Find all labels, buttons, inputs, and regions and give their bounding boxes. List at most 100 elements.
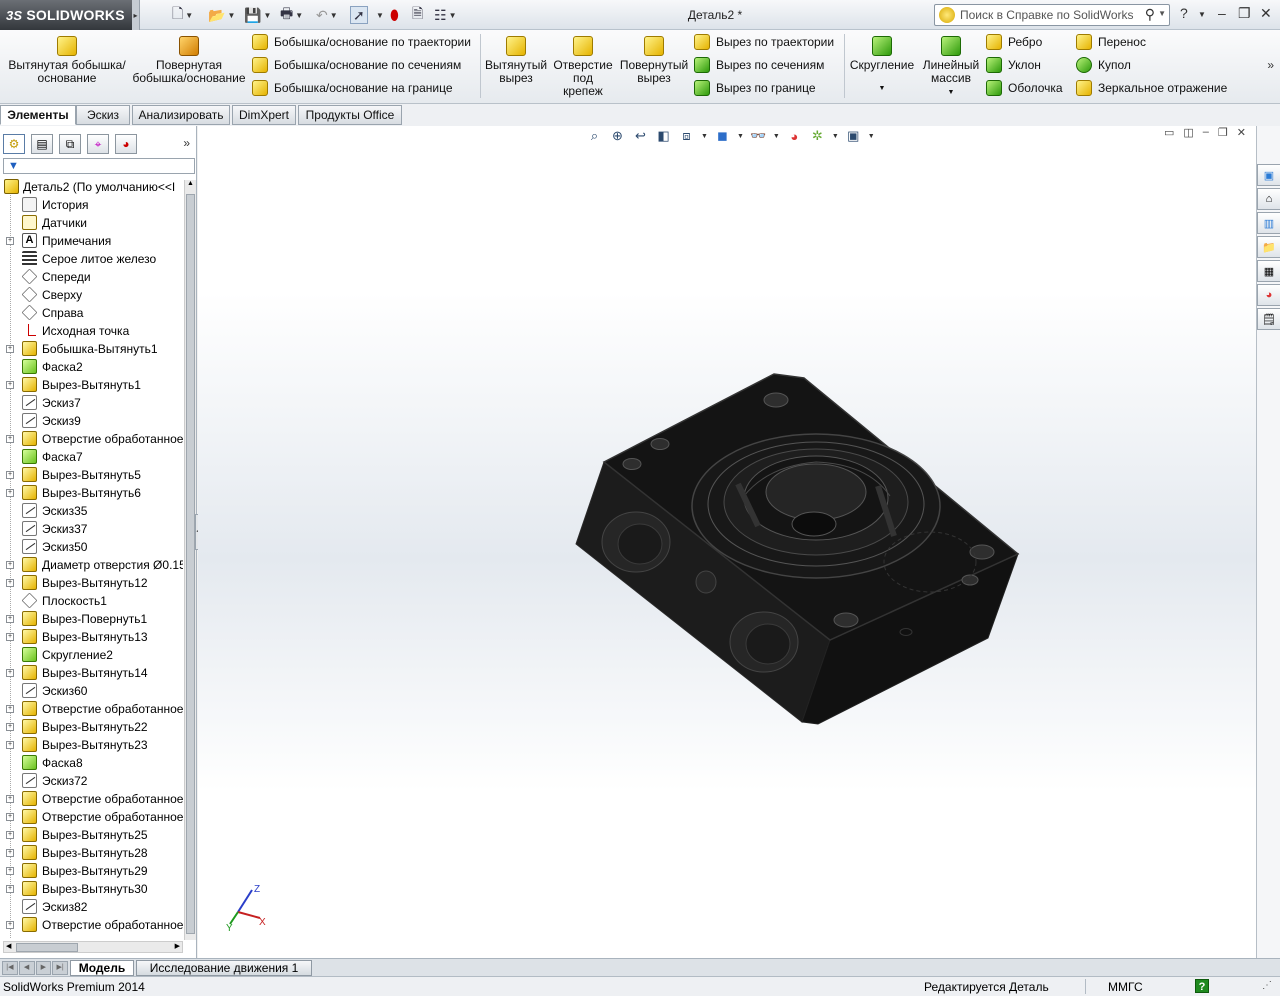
hole-wizard-button[interactable]: Отверстие под крепеж (552, 36, 614, 98)
tab-motion-study[interactable]: Исследование движения 1 (136, 960, 312, 976)
tree-item[interactable]: + Бобышка-Вытянуть1 (0, 340, 183, 358)
tree-item[interactable]: + Вырез-Вытянуть22 (0, 718, 183, 736)
solidworks-resources-icon[interactable]: ▣ (1257, 164, 1280, 186)
rebuild-button[interactable]: ⬮ (390, 6, 399, 24)
tree-item[interactable]: Эскиз50 (0, 538, 183, 556)
tree-item[interactable]: + Вырез-Вытянуть12 (0, 574, 183, 592)
section-view-icon[interactable]: ◧ (655, 128, 672, 145)
open-button[interactable]: 📂 ▼ (208, 6, 235, 24)
tree-item[interactable]: + Отверстие обработанное (0, 808, 183, 826)
select-dropdown[interactable]: ▼ (374, 6, 384, 24)
expand-icon[interactable]: + (6, 435, 14, 443)
viewport-restore-icon[interactable]: ❐ (1218, 126, 1228, 139)
revolve-boss-button[interactable]: Повернутая бобышка/основание (130, 36, 248, 85)
loft-cut-button[interactable]: Вырез по сечениям (694, 55, 824, 75)
tree-item[interactable]: + Вырез-Вытянуть29 (0, 862, 183, 880)
expand-icon[interactable]: + (6, 867, 14, 875)
tree-item[interactable]: + Диаметр отверстия Ø0.15 (0, 556, 183, 574)
tree-item[interactable]: Эскиз72 (0, 772, 183, 790)
expand-icon[interactable]: + (6, 921, 14, 929)
sweep-boss-button[interactable]: Бобышка/основание по траектории (252, 32, 471, 52)
solidworks-logo[interactable]: 3S SOLIDWORKS (0, 0, 132, 30)
view-settings-icon[interactable]: ▣ (845, 128, 862, 145)
expand-icon[interactable]: + (6, 849, 14, 857)
expand-icon[interactable]: + (6, 741, 14, 749)
zoom-to-fit-icon[interactable]: ⌕ (586, 128, 603, 145)
tree-item[interactable]: + Вырез-Вытянуть14 (0, 664, 183, 682)
first-tab-icon[interactable]: |◀ (2, 961, 18, 975)
tree-item[interactable]: Фаска8 (0, 754, 183, 772)
tab-model[interactable]: Модель (70, 960, 134, 976)
tree-item[interactable]: Скругление2 (0, 646, 183, 664)
select-button[interactable]: ➚ (350, 6, 368, 24)
options-button[interactable]: ☷ ▼ (434, 6, 456, 24)
tree-item[interactable]: Плоскость1 (0, 592, 183, 610)
expand-icon[interactable]: + (6, 489, 14, 497)
wrap-button[interactable]: Перенос (1076, 32, 1146, 52)
extrude-boss-button[interactable]: Вытянутая бобышка/основание (8, 36, 126, 85)
home-icon[interactable]: ⌂ (1257, 188, 1280, 210)
help-icon[interactable]: ? (1180, 5, 1188, 21)
view-palette-icon[interactable]: ▦ (1257, 260, 1280, 282)
help-search-input[interactable]: Поиск в Справке по SolidWorks ⚲ ▼ (934, 4, 1170, 26)
feature-filter-input[interactable]: ▼ (3, 158, 195, 174)
tab-dimxpert[interactable]: DimXpert (232, 105, 296, 125)
mirror-button[interactable]: Зеркальное отражение (1076, 78, 1227, 98)
chevron-down-icon[interactable]: ▼ (185, 11, 193, 20)
tree-item[interactable]: + Вырез-Повернуть1 (0, 610, 183, 628)
chevron-down-icon[interactable]: ▼ (701, 133, 708, 140)
last-tab-icon[interactable]: ▶| (52, 961, 68, 975)
tab-features[interactable]: Элементы (0, 105, 76, 125)
tree-vertical-scrollbar[interactable]: ▲ (184, 180, 196, 940)
search-icon[interactable]: ⚲ (1145, 6, 1155, 23)
tree-item[interactable]: + Отверстие обработанное (0, 916, 183, 934)
display-manager-tab-icon[interactable]: ◕ (115, 134, 137, 154)
dimxpert-manager-tab-icon[interactable]: ⌖ (87, 134, 109, 154)
expand-icon[interactable]: + (6, 381, 14, 389)
chevron-down-icon[interactable]: ▼ (848, 82, 916, 95)
chevron-down-icon[interactable]: ▼ (227, 11, 235, 20)
chevron-down-icon[interactable]: ▼ (295, 11, 303, 20)
tree-item[interactable]: Фаска2 (0, 358, 183, 376)
scroll-up-icon[interactable]: ▲ (187, 180, 194, 187)
tab-office-products[interactable]: Продукты Office (298, 105, 402, 125)
panel-expand-icon[interactable]: » (183, 136, 190, 150)
loft-boss-button[interactable]: Бобышка/основание по сечениям (252, 55, 461, 75)
chevron-down-icon[interactable]: ▼ (773, 133, 780, 140)
tree-horizontal-scrollbar[interactable]: ◀ ▶ (3, 941, 183, 953)
custom-properties-icon[interactable]: 🗒 (1257, 308, 1280, 330)
tree-item[interactable]: Эскиз82 (0, 898, 183, 916)
tree-item[interactable]: + Отверстие обработанное (0, 700, 183, 718)
viewport-minimize-icon[interactable]: – (1203, 126, 1209, 139)
close-icon[interactable]: ✕ (1260, 5, 1272, 22)
viewport-split-icon[interactable]: ◫ (1183, 126, 1193, 139)
scroll-thumb[interactable] (16, 943, 78, 952)
tree-item[interactable]: + Вырез-Вытянуть6 (0, 484, 183, 502)
scroll-thumb[interactable] (186, 194, 195, 934)
tree-item[interactable]: + Вырез-Вытянуть5 (0, 466, 183, 484)
expand-icon[interactable]: + (6, 723, 14, 731)
edit-appearance-icon[interactable]: ◕ (786, 128, 803, 145)
tree-item[interactable]: Датчики (0, 214, 183, 232)
tree-item[interactable]: История (0, 196, 183, 214)
expand-icon[interactable]: + (6, 345, 14, 353)
resize-grip-icon[interactable]: ⋰ (1262, 980, 1272, 991)
expand-icon[interactable]: + (6, 669, 14, 677)
file-explorer-icon[interactable]: 📁 (1257, 236, 1280, 258)
tree-item[interactable]: Эскиз9 (0, 412, 183, 430)
tab-sketch[interactable]: Эскиз (76, 105, 130, 125)
zoom-to-area-icon[interactable]: ⊕ (609, 128, 626, 145)
viewport-tile-icon[interactable]: ▭ (1164, 126, 1174, 139)
minimize-icon[interactable]: – (1218, 5, 1226, 21)
shell-button[interactable]: Оболочка (986, 78, 1063, 98)
chevron-down-icon[interactable]: ▼ (330, 11, 338, 20)
boundary-boss-button[interactable]: Бобышка/основание на границе (252, 78, 453, 98)
expand-icon[interactable]: + (6, 561, 14, 569)
chevron-down-icon[interactable]: ▼ (737, 133, 744, 140)
expand-icon[interactable]: + (6, 831, 14, 839)
tree-item[interactable]: Эскиз7 (0, 394, 183, 412)
draft-button[interactable]: Уклон (986, 55, 1041, 75)
property-manager-tab-icon[interactable]: ▤ (31, 134, 53, 154)
new-document-button[interactable]: 🗋 ▼ (172, 5, 193, 24)
chevron-down-icon[interactable]: ▼ (263, 11, 271, 20)
